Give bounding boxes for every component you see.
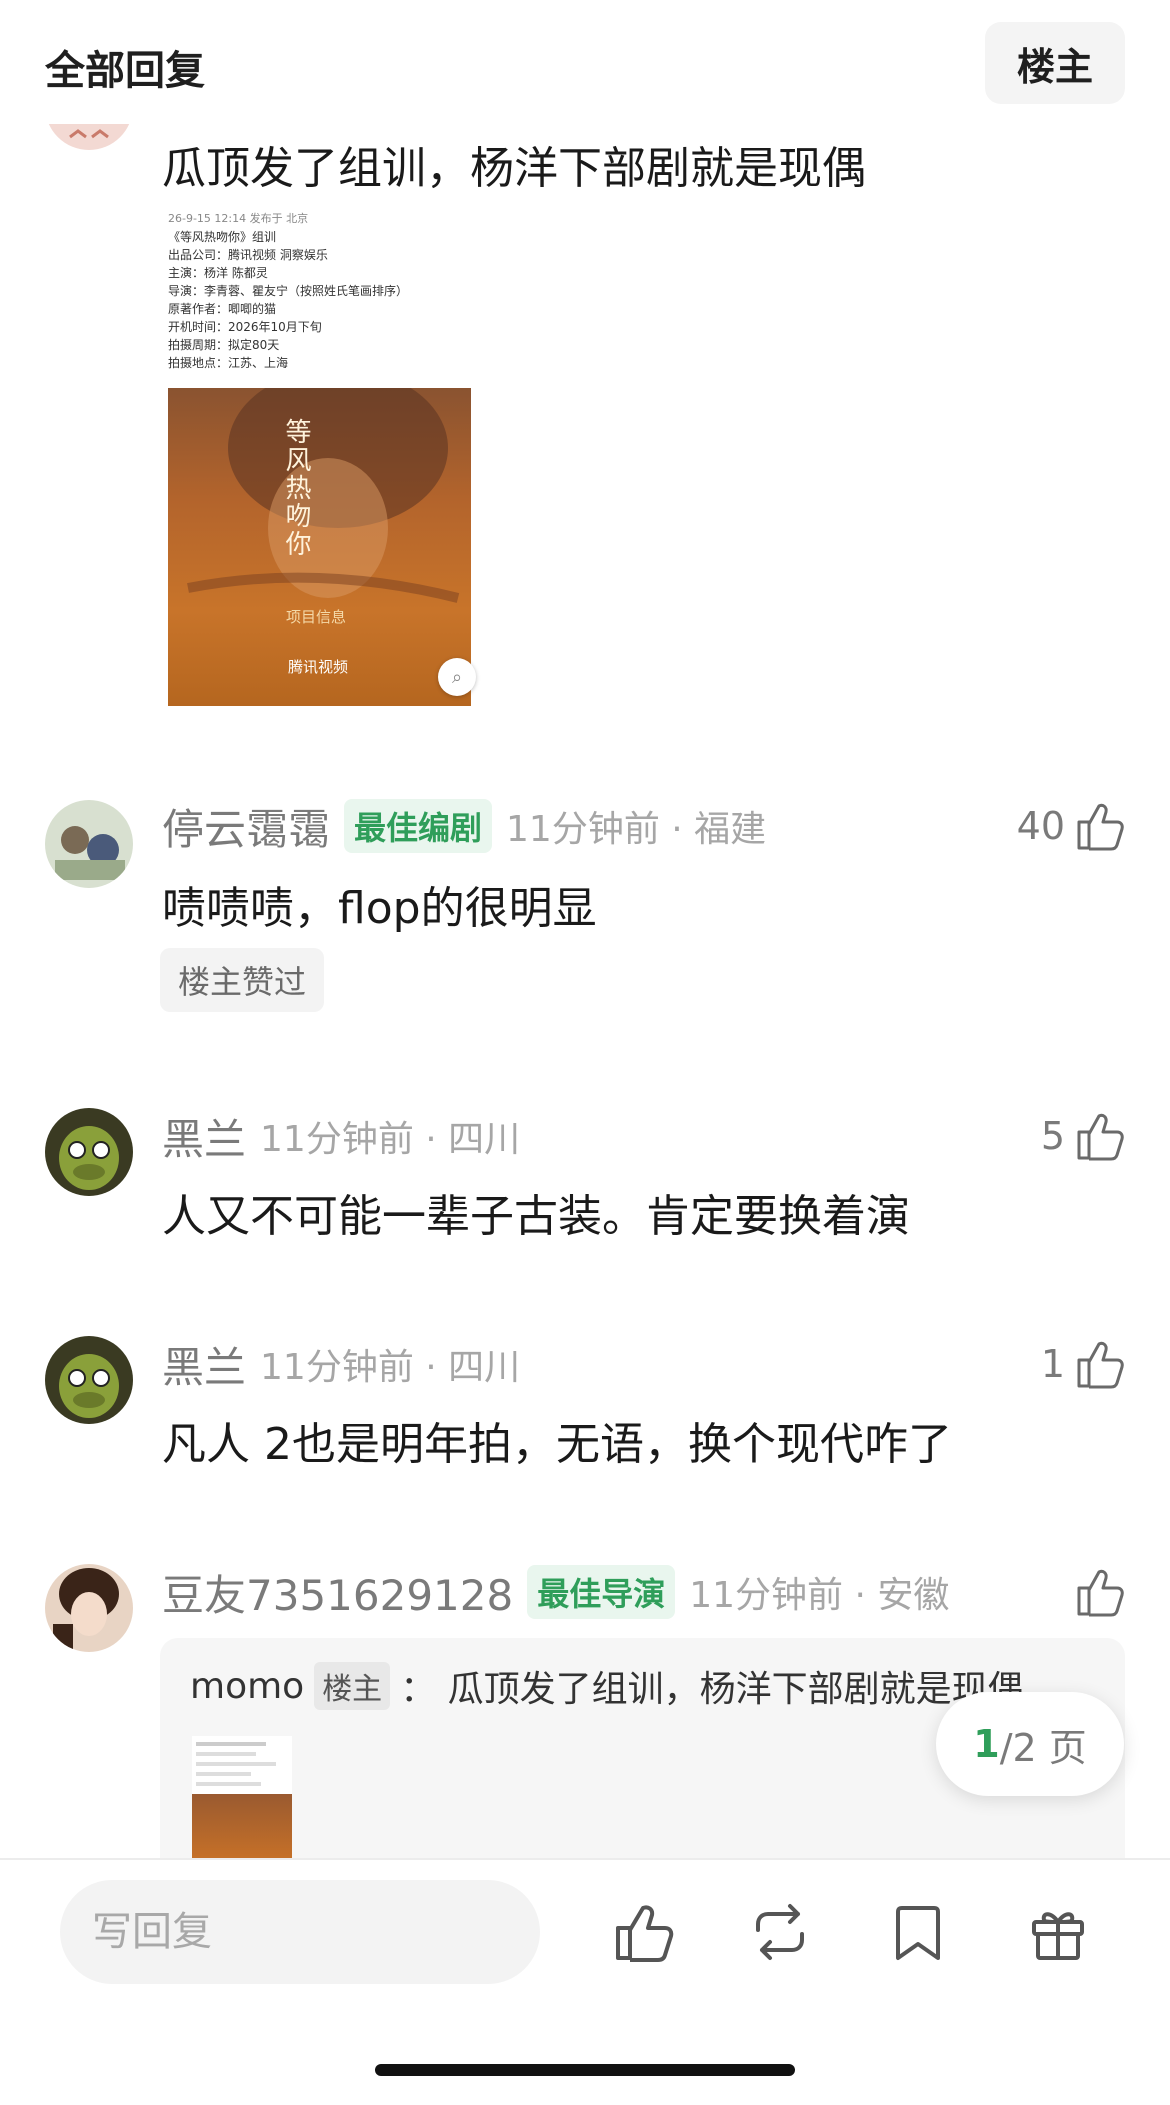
bookmark-icon[interactable] xyxy=(886,1900,950,1964)
embed-line: 出品公司：腾讯视频 洞察娱乐 xyxy=(168,248,328,262)
embed-line: 主演：杨洋 陈都灵 xyxy=(168,266,268,280)
comment-text: 凡人 2也是明年拍，无语，换个现代咋了 xyxy=(162,1419,952,1470)
header: 全部回复 楼主 xyxy=(0,0,1170,125)
embed-line: 开机时间：2026年10月下旬 xyxy=(168,320,322,334)
embedded-screenshot[interactable]: 26-9-15 12:14 发布于 北京 《等风热吻你》组训 出品公司：腾讯视频… xyxy=(168,210,474,710)
embed-line: 26-9-15 12:14 发布于 北京 xyxy=(168,212,309,225)
thumbs-up-icon xyxy=(1075,1566,1125,1618)
like-button[interactable]: 1 xyxy=(1041,1334,1125,1394)
thumbs-up-icon xyxy=(1075,800,1125,852)
avatar[interactable] xyxy=(45,1336,133,1424)
comment-meta: 豆友7351629128 最佳导演 11分钟前 · 安徽 xyxy=(162,1564,949,1620)
comment-meta: 黑兰 11分钟前 · 四川 xyxy=(162,1336,520,1392)
comment-meta: 停云霭霭 最佳编剧 11分钟前 · 福建 xyxy=(162,798,766,854)
like-count: 1 xyxy=(1040,1342,1065,1386)
op-only-button[interactable]: 楼主 xyxy=(985,22,1125,104)
comment-text: 人又不可能一辈子古装。肯定要换着演 xyxy=(162,1191,910,1242)
quote-header: momo 楼主 ： 瓜顶发了组训，杨洋下部剧就是现偶 xyxy=(190,1660,1024,1712)
title-badge: 最佳编剧 xyxy=(344,799,493,853)
poster-title: 等风热吻你 xyxy=(281,418,311,558)
timestamp: 11分钟前 · 四川 xyxy=(260,1119,521,1160)
comment-text: 啧啧啧，flop的很明显 xyxy=(162,883,597,934)
op-liked-tag: 楼主赞过 xyxy=(160,948,325,1012)
embed-line: 拍摄周期：拟定80天 xyxy=(168,338,280,352)
like-count: 5 xyxy=(1040,1114,1065,1158)
like-button[interactable] xyxy=(1075,1562,1125,1622)
movie-poster: 等风热吻你 项目信息 腾讯视频 xyxy=(168,388,471,706)
poster-label: 项目信息 xyxy=(286,608,347,626)
home-indicator xyxy=(375,2064,795,2076)
like-button[interactable]: 40 xyxy=(1017,796,1125,856)
username[interactable]: 停云霭霭 xyxy=(162,796,330,857)
embed-line: 原著作者：唧唧的猫 xyxy=(168,302,277,316)
page-current: 1 xyxy=(973,1722,1000,1766)
timestamp: 11分钟前 · 福建 xyxy=(506,809,767,850)
timestamp: 11分钟前 · 安徽 xyxy=(689,1575,950,1616)
page-title: 全部回复 xyxy=(45,48,205,94)
title-badge: 最佳导演 xyxy=(527,1565,676,1619)
post-text: 瓜顶发了组训，杨洋下部剧就是现偶 xyxy=(162,143,866,194)
quote-thumbnail[interactable] xyxy=(192,1736,292,1858)
repost-icon[interactable] xyxy=(748,1900,812,1964)
avatar[interactable] xyxy=(45,800,133,888)
embed-line: 导演：李青蓉、瞿友宁（按照姓氏笔画排序） xyxy=(168,284,409,298)
username[interactable]: 黑兰 xyxy=(162,1334,246,1395)
poster-brand: 腾讯视频 xyxy=(288,658,349,676)
like-button[interactable]: 5 xyxy=(1041,1106,1125,1166)
username[interactable]: 豆友7351629128 xyxy=(162,1562,513,1623)
op-tag: 楼主 xyxy=(314,1662,391,1710)
embed-line: 拍摄地点：江苏、上海 xyxy=(168,356,289,370)
image-search-icon[interactable]: ⌕ xyxy=(438,658,476,696)
username[interactable]: 黑兰 xyxy=(162,1106,246,1167)
page-total: /2 页 xyxy=(999,1725,1087,1770)
avatar[interactable] xyxy=(45,1108,133,1196)
thumbs-up-icon xyxy=(1075,1338,1125,1390)
like-count: 40 xyxy=(1016,804,1065,848)
thumbs-up-icon xyxy=(1075,1110,1125,1162)
embed-line: 《等风热吻你》组训 xyxy=(168,230,277,244)
gift-icon[interactable] xyxy=(1026,1900,1090,1964)
page-indicator[interactable]: 1/2 页 xyxy=(936,1692,1124,1796)
timestamp: 11分钟前 · 四川 xyxy=(260,1347,521,1388)
thumbs-up-icon[interactable] xyxy=(612,1900,676,1964)
quote-text: ： 瓜顶发了组训，杨洋下部剧就是现偶 xyxy=(400,1669,1024,1710)
quote-author[interactable]: momo xyxy=(190,1666,304,1707)
comment-meta: 黑兰 11分钟前 · 四川 xyxy=(162,1108,520,1164)
reply-input[interactable] xyxy=(60,1880,540,1984)
avatar[interactable] xyxy=(45,1564,133,1652)
